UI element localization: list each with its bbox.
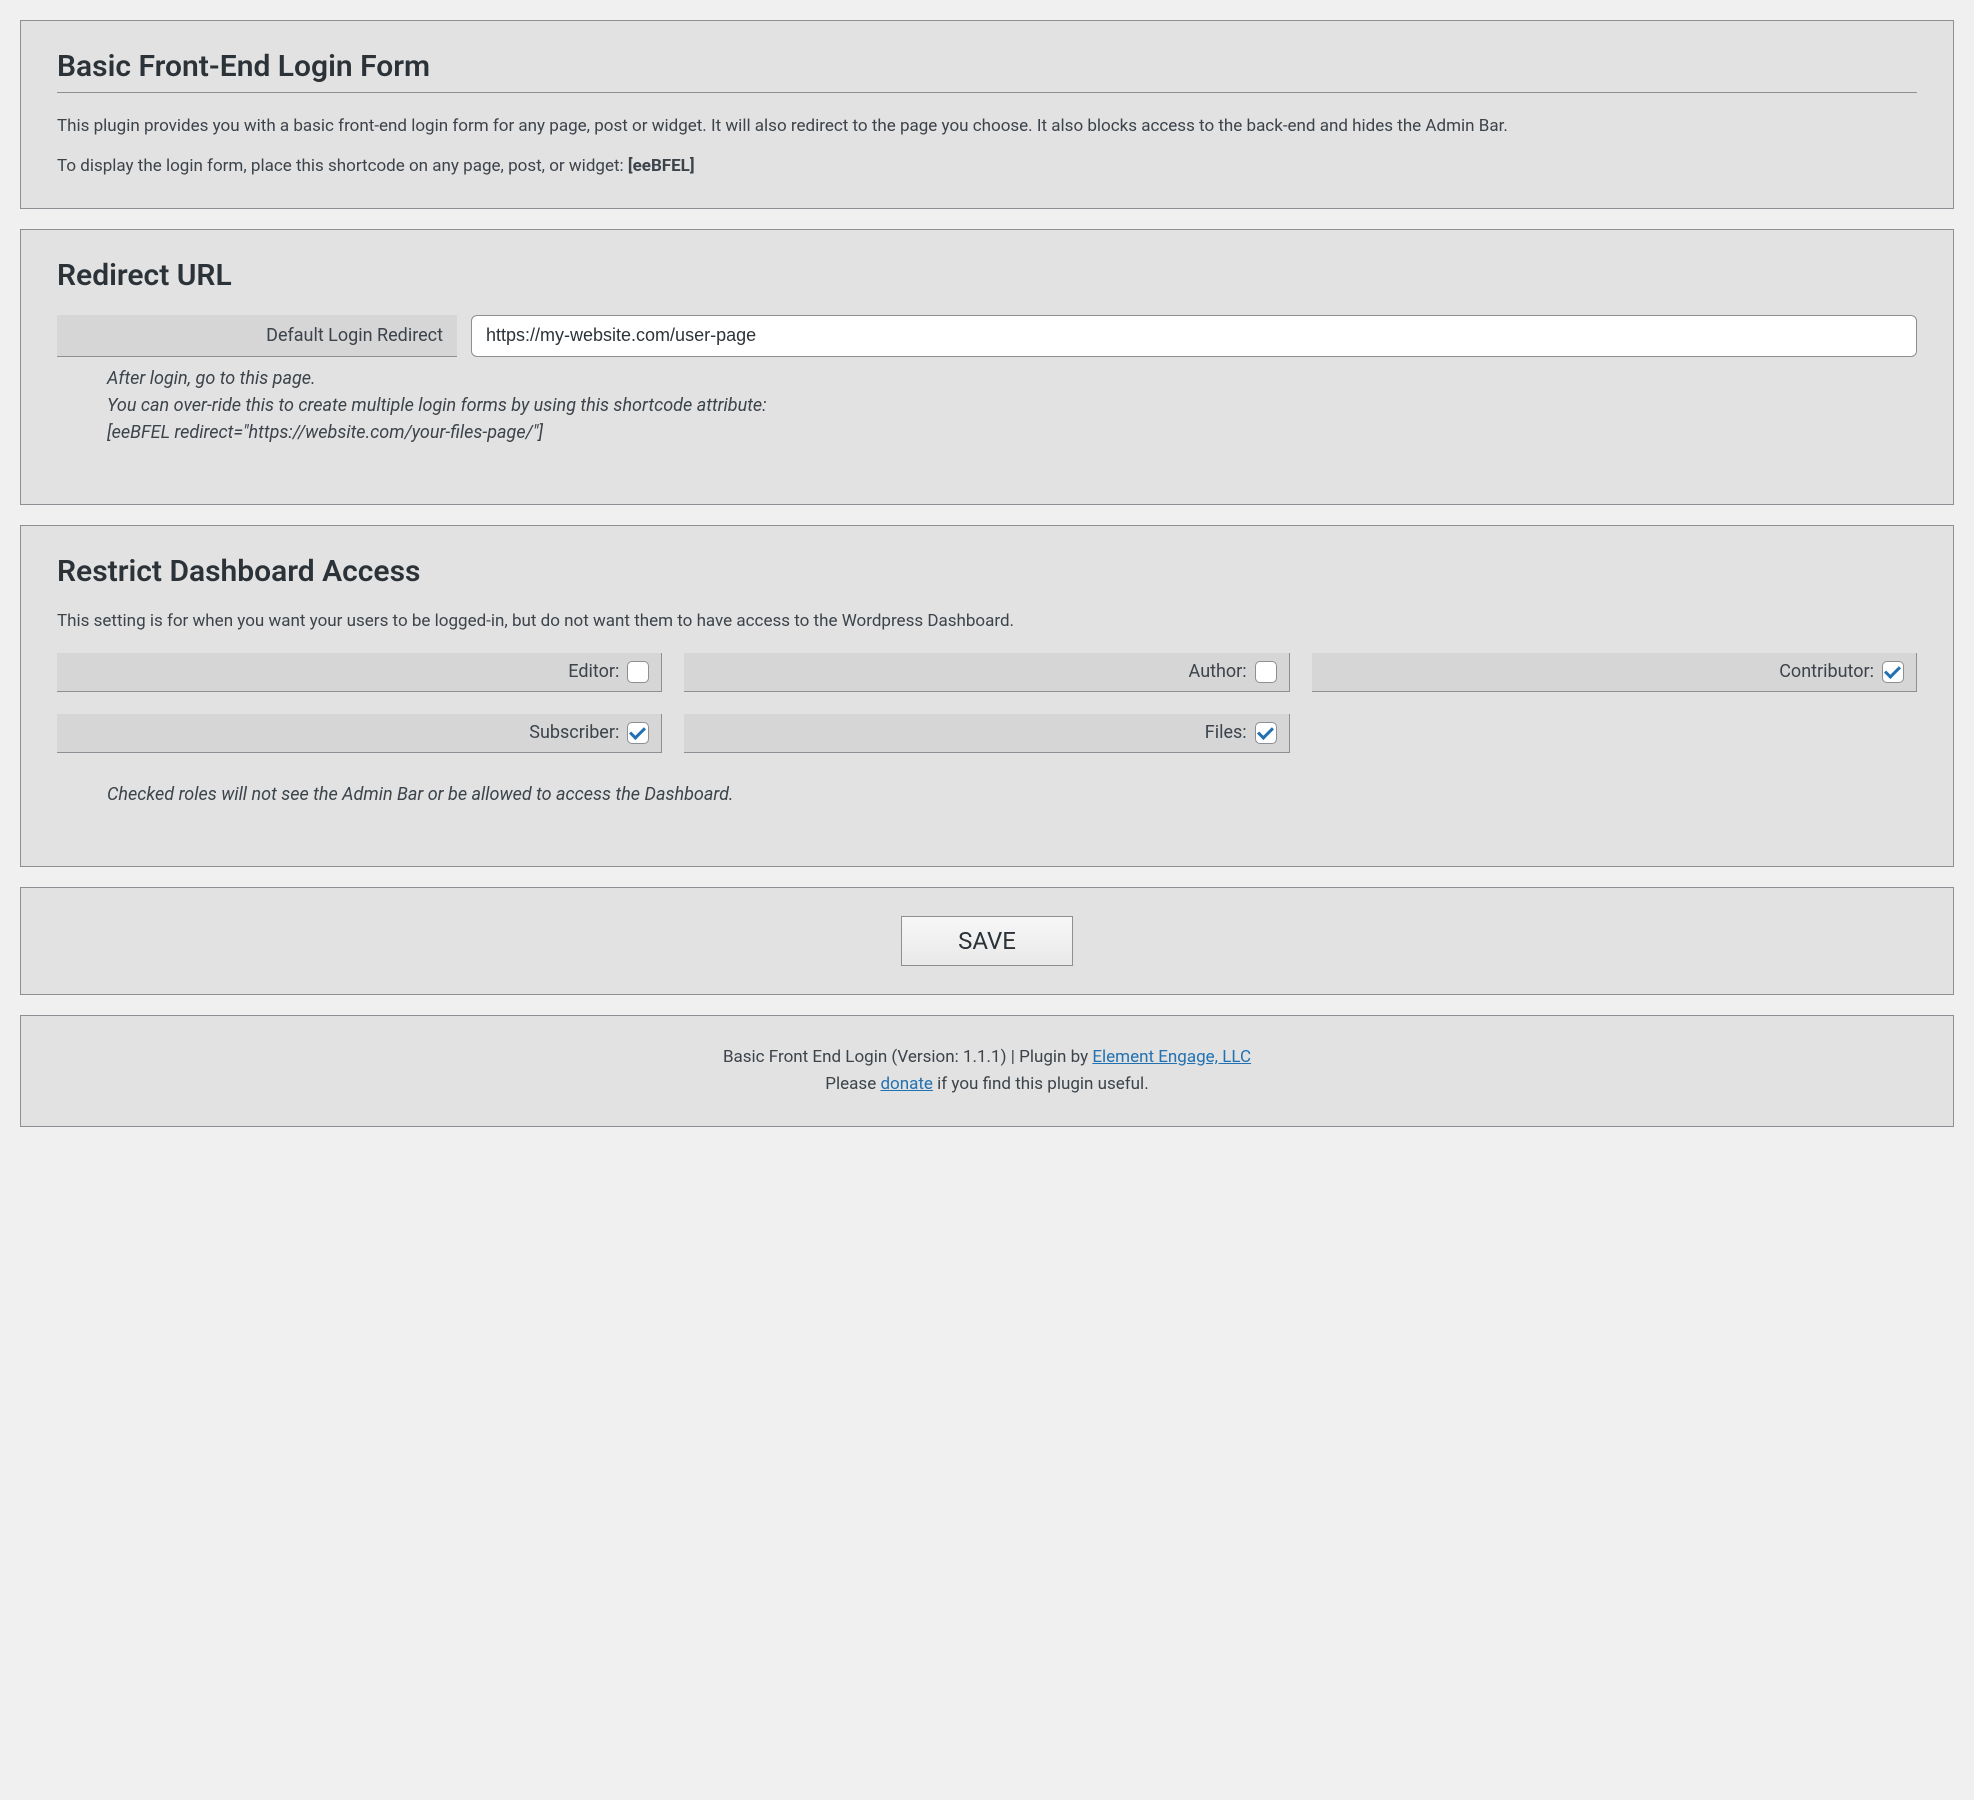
footer-line2: Please donate if you find this plugin us… [57,1071,1917,1098]
footer-line1-prefix: Basic Front End Login (Version: 1.1.1) |… [723,1047,1092,1067]
save-panel: SAVE [20,887,1954,995]
restrict-help: Checked roles will not see the Admin Bar… [107,781,1917,808]
role-files-checkbox[interactable] [1255,722,1277,744]
redirect-label: Default Login Redirect [57,315,457,357]
restrict-panel: Restrict Dashboard Access This setting i… [20,525,1954,867]
intro-description-1: This plugin provides you with a basic fr… [57,113,1917,139]
role-contributor[interactable]: Contributor: [1312,653,1917,692]
footer-line1: Basic Front End Login (Version: 1.1.1) |… [57,1044,1917,1071]
footer-line2-prefix: Please [825,1074,880,1094]
role-editor[interactable]: Editor: [57,653,662,692]
role-files-label: Files: [1205,722,1247,743]
role-contributor-label: Contributor: [1779,661,1874,682]
role-author-label: Author: [1189,661,1247,682]
redirect-help-line2: You can over-ride this to create multipl… [107,392,1917,419]
intro-shortcode-prefix: To display the login form, place this sh… [57,156,628,176]
roles-grid: Editor: Author: Contributor: Subscriber:… [57,653,1917,753]
intro-description-2: To display the login form, place this sh… [57,153,1917,179]
intro-panel: Basic Front-End Login Form This plugin p… [20,20,1954,209]
role-editor-label: Editor: [568,661,619,682]
footer-line2-suffix: if you find this plugin useful. [933,1074,1149,1094]
restrict-title: Restrict Dashboard Access [57,554,1917,589]
redirect-url-input[interactable] [471,315,1917,357]
role-subscriber[interactable]: Subscriber: [57,714,662,753]
restrict-description: This setting is for when you want your u… [57,611,1917,631]
redirect-title: Redirect URL [57,258,1917,293]
role-author[interactable]: Author: [684,653,1289,692]
intro-shortcode: [eeBFEL] [628,156,695,176]
footer-donate-link[interactable]: donate [880,1074,933,1094]
role-author-checkbox[interactable] [1255,661,1277,683]
role-editor-checkbox[interactable] [627,661,649,683]
footer-author-link[interactable]: Element Engage, LLC [1092,1047,1251,1067]
save-button[interactable]: SAVE [901,916,1073,966]
footer-panel: Basic Front End Login (Version: 1.1.1) |… [20,1015,1954,1127]
redirect-panel: Redirect URL Default Login Redirect Afte… [20,229,1954,505]
role-subscriber-label: Subscriber: [529,722,619,743]
redirect-help-line1: After login, go to this page. [107,365,1917,392]
role-files[interactable]: Files: [684,714,1289,753]
page-title: Basic Front-End Login Form [57,49,1917,93]
redirect-help: After login, go to this page. You can ov… [107,365,1917,446]
role-subscriber-checkbox[interactable] [627,722,649,744]
redirect-help-line3: [eeBFEL redirect="https://website.com/yo… [107,419,1917,446]
redirect-field-row: Default Login Redirect [57,315,1917,357]
role-contributor-checkbox[interactable] [1882,661,1904,683]
